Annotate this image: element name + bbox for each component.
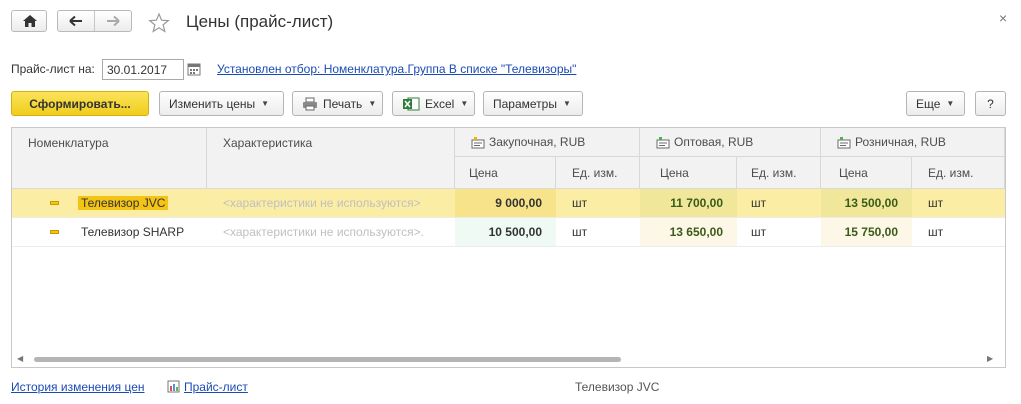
excel-button[interactable]: Excel ▼ [392, 91, 475, 116]
column-header-label: Ед. изм. [751, 166, 797, 180]
help-button[interactable]: ? [975, 91, 1006, 116]
excel-label: Excel [425, 96, 455, 111]
retail-price[interactable]: 15 750,00 [821, 218, 912, 246]
purchase-price[interactable]: 10 500,00 [455, 218, 556, 246]
wholesale-price[interactable]: 13 650,00 [640, 218, 737, 246]
column-header-characteristic[interactable]: Характеристика [207, 128, 455, 188]
retail-unit[interactable]: шт [928, 189, 1005, 217]
item-characteristic: <характеристики не используются>. [223, 225, 424, 239]
print-button[interactable]: Печать ▼ [292, 91, 383, 116]
column-header-retail-price[interactable]: Цена [821, 157, 912, 188]
retail-price[interactable]: 13 500,00 [821, 189, 912, 217]
pricelist-date-input[interactable] [102, 59, 184, 80]
table-row[interactable]: Телевизор JVC <характеристики не использ… [12, 189, 1005, 218]
change-prices-label: Изменить цены [169, 96, 256, 111]
scroll-left-icon[interactable]: ◀ [17, 354, 23, 363]
column-group-purchase[interactable]: Закупочная, RUB [455, 128, 640, 157]
purchase-price[interactable]: 9 000,00 [455, 189, 556, 217]
page-title: Цены (прайс-лист) [186, 12, 334, 31]
chevron-down-icon: ▼ [946, 99, 955, 108]
home-button[interactable] [11, 10, 47, 32]
column-group-retail[interactable]: Розничная, RUB [821, 128, 1005, 157]
pricelist-link[interactable]: Прайс-лист [184, 380, 248, 394]
column-header-nomenclature[interactable]: Номенклатура [12, 128, 207, 188]
column-header-label: Цена [469, 166, 498, 180]
excel-icon [402, 97, 420, 111]
column-header-label: Оптовая, RUB [674, 135, 754, 149]
column-header-label: Номенклатура [28, 136, 109, 150]
wholesale-unit[interactable]: шт [751, 218, 821, 246]
scroll-right-icon[interactable]: ▶ [987, 354, 993, 363]
column-header-purchase-price[interactable]: Цена [455, 157, 556, 188]
column-header-label: Ед. изм. [928, 166, 974, 180]
parameters-button[interactable]: Параметры ▼ [483, 91, 583, 116]
item-name: Телевизор SHARP [81, 225, 185, 239]
retail-unit[interactable]: шт [928, 218, 1005, 246]
chevron-down-icon: ▼ [261, 99, 270, 108]
pricelist-date-label: Прайс-лист на: [11, 62, 95, 76]
filter-link[interactable]: Установлен отбор: Номенклатура.Группа В … [217, 62, 576, 76]
table-row[interactable]: Телевизор SHARP <характеристики не испол… [12, 218, 1005, 247]
item-icon [50, 230, 59, 234]
purchase-unit[interactable]: шт [572, 218, 640, 246]
printer-icon [302, 97, 318, 111]
chevron-down-icon: ▼ [562, 99, 571, 108]
parameters-label: Параметры [493, 96, 557, 111]
close-button[interactable]: × [999, 10, 1007, 26]
column-header-label: Цена [660, 166, 689, 180]
item-name: Телевизор JVC [78, 196, 169, 210]
scrollbar-thumb[interactable] [34, 357, 621, 362]
change-prices-button[interactable]: Изменить цены ▼ [159, 91, 284, 116]
price-table: Номенклатура Характеристика Закупочная, … [11, 127, 1006, 368]
generate-button[interactable]: Сформировать... [11, 91, 149, 116]
wholesale-unit[interactable]: шт [751, 189, 821, 217]
item-characteristic: <характеристики не используются> [223, 196, 421, 210]
calendar-icon[interactable] [187, 63, 201, 79]
favorite-star-icon[interactable] [148, 12, 170, 37]
column-header-wholesale-price[interactable]: Цена [640, 157, 737, 188]
price-type-icon [471, 136, 485, 148]
price-type-icon [837, 136, 851, 148]
home-icon [23, 15, 37, 27]
chevron-down-icon: ▼ [368, 99, 377, 108]
print-label: Печать [323, 96, 363, 111]
column-header-wholesale-unit[interactable]: Ед. изм. [737, 157, 821, 188]
arrow-right-icon [107, 15, 120, 27]
wholesale-price[interactable]: 11 700,00 [640, 189, 737, 217]
column-header-retail-unit[interactable]: Ед. изм. [912, 157, 1005, 188]
column-group-wholesale[interactable]: Оптовая, RUB [640, 128, 821, 157]
report-icon [167, 380, 180, 396]
column-header-label: Цена [839, 166, 868, 180]
column-header-label: Ед. изм. [572, 166, 618, 180]
more-label: Еще [916, 96, 941, 111]
back-button[interactable] [58, 11, 94, 31]
column-header-label: Характеристика [223, 136, 313, 150]
more-button[interactable]: Еще ▼ [906, 91, 965, 116]
forward-button[interactable] [94, 11, 131, 31]
horizontal-scrollbar[interactable]: ◀ ▶ [12, 351, 1005, 367]
column-header-label: Розничная, RUB [855, 135, 946, 149]
table-header: Номенклатура Характеристика Закупочная, … [12, 128, 1005, 189]
column-header-purchase-unit[interactable]: Ед. изм. [556, 157, 640, 188]
arrow-left-icon [69, 15, 82, 27]
price-type-icon [656, 136, 670, 148]
current-item-label: Телевизор JVC [575, 380, 660, 394]
price-history-link[interactable]: История изменения цен [11, 380, 145, 394]
item-icon [50, 201, 59, 205]
history-nav [57, 10, 132, 32]
purchase-unit[interactable]: шт [572, 189, 640, 217]
chevron-down-icon: ▼ [460, 99, 469, 108]
column-header-label: Закупочная, RUB [489, 135, 586, 149]
